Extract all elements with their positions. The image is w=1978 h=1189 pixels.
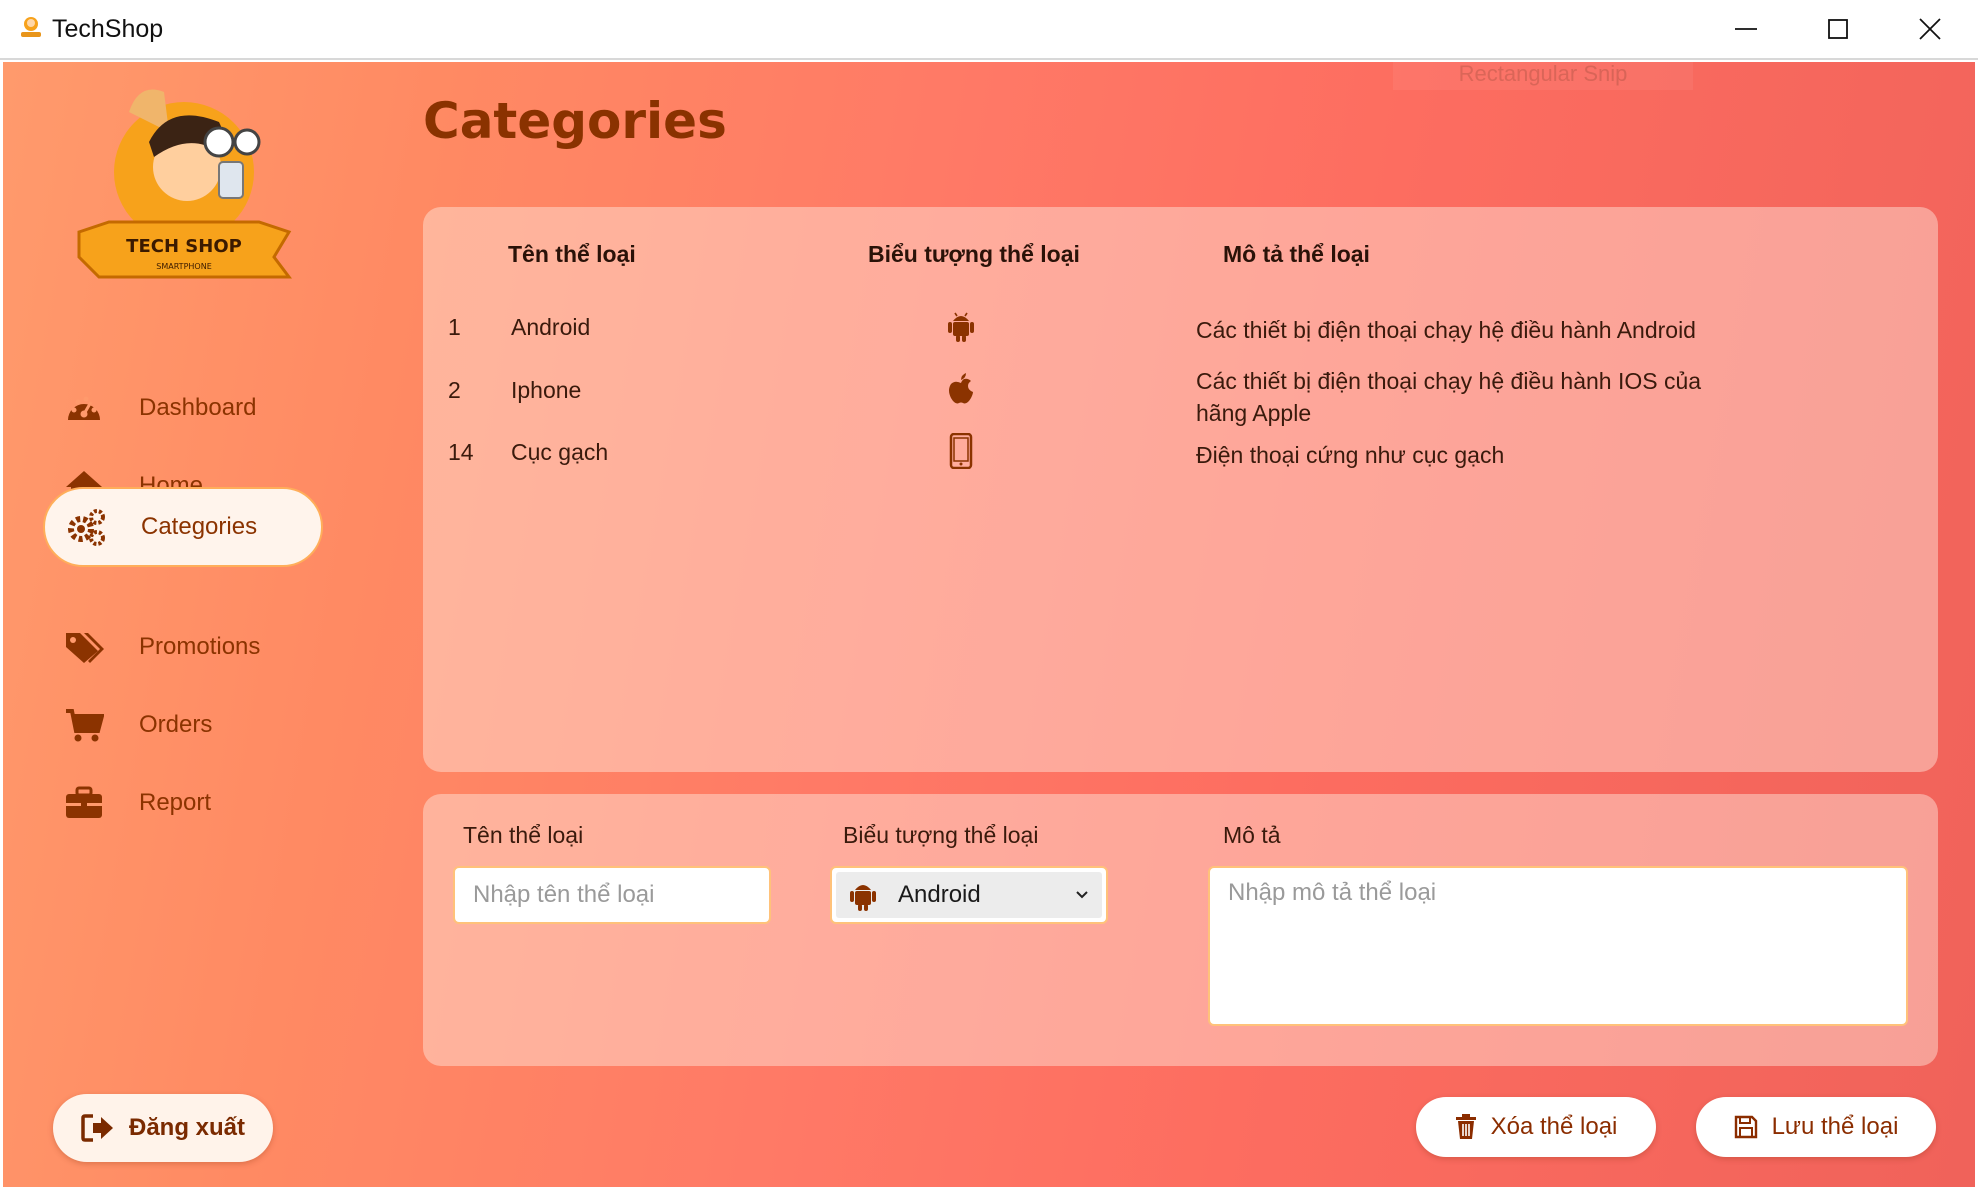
dashboard-gauge-icon [63,387,105,429]
techshop-logo: TECH SHOP SMARTPHONE [77,89,292,279]
apple-icon [943,371,979,407]
delete-category-button[interactable]: Xóa thể loại [1416,1097,1656,1157]
logout-button[interactable]: Đăng xuất [53,1094,273,1162]
row-id: 1 [448,314,461,340]
maximize-icon [1828,19,1848,39]
save-category-button[interactable]: Lưu thể loại [1696,1097,1936,1157]
sidebar-item-report[interactable]: Report [43,764,323,842]
gears-icon [65,506,107,548]
tags-icon [63,626,105,668]
row-description: Các thiết bị điện thoại chạy hệ điều hàn… [1196,317,1696,343]
name-field-label: Tên thể loại [463,822,584,848]
android-icon [850,885,876,911]
save-label: Lưu thể loại [1771,1113,1899,1140]
select-display: Android [836,872,1102,918]
category-form: Tên thể loại Biểu tượng thể loại Mô tả N… [423,794,1938,1066]
row-name: Android [511,314,591,340]
row-id: 2 [448,377,461,403]
column-header-icon: Biểu tượng thể loại [868,241,1080,267]
sidebar-item-label: Dashboard [139,394,257,421]
close-button[interactable] [1884,0,1976,58]
sidebar-item-label: Categories [141,513,258,540]
logo-text: TECH SHOP [126,236,242,257]
table-row[interactable]: 14 Cục gạch Điện thoại cứng như cục gạch [423,427,1938,497]
window-title-bar: TechShop [0,0,1978,60]
row-name: Cục gạch [511,439,609,465]
android-icon [943,308,979,344]
sidebar-item-categories[interactable]: Categories [43,487,323,567]
category-description-input[interactable]: Nhập mô tả thể loại [1208,866,1908,1026]
logout-label: Đăng xuất [128,1114,245,1141]
row-description: Các thiết bị điện thoại chạy hệ điều hàn… [1196,368,1702,426]
sidebar-item-label: Orders [139,711,213,738]
sidebar-item-label: Promotions [139,633,261,660]
techshop-app-icon [21,17,41,37]
page-title: Categories [423,92,727,150]
sidebar-item-orders[interactable]: Orders [43,686,323,764]
logo-subtext: SMARTPHONE [156,262,212,271]
cart-icon [63,704,105,746]
categories-table: Tên thể loại Biểu tượng thể loại Mô tả t… [423,207,1938,772]
window-title: TechShop [52,15,164,43]
column-header-name: Tên thể loại [508,241,636,267]
mobile-phone-icon [943,433,979,469]
sidebar-item-dashboard[interactable]: Dashboard [43,369,323,447]
row-name: Iphone [511,377,582,403]
row-id: 14 [448,439,474,465]
chevron-down-icon [1076,891,1088,899]
sign-out-icon [81,1114,113,1142]
close-icon [1919,18,1941,40]
trash-icon [1455,1114,1476,1139]
description-field-label: Mô tả [1223,822,1281,848]
icon-field-label: Biểu tượng thể loại [843,822,1039,848]
briefcase-icon [63,782,105,824]
maximize-button[interactable] [1792,0,1884,58]
minimize-button[interactable] [1700,0,1792,58]
sidebar-item-label: Report [139,789,212,816]
table-row[interactable]: 2 Iphone Các thiết bị điện thoại chạy hệ… [423,365,1938,435]
column-header-description: Mô tả thể loại [1223,241,1370,267]
app-body: Rectangular Snip TECH SHOP SMARTPHONE Da… [3,62,1975,1187]
row-description: Điện thoại cứng như cục gạch [1196,442,1505,468]
category-icon-select[interactable]: Android [830,866,1108,924]
delete-label: Xóa thể loại [1490,1113,1618,1140]
table-row[interactable]: 1 Android Các thiết bị điện thoại chạy h… [423,302,1938,372]
category-name-input[interactable]: Nhập tên thể loại [453,866,771,924]
save-icon [1734,1115,1757,1139]
select-value: Android [898,881,981,908]
sidebar-item-promotions[interactable]: Promotions [43,608,323,686]
rectangular-snip-ghost: Rectangular Snip [1393,62,1693,90]
minimize-icon [1735,28,1757,30]
